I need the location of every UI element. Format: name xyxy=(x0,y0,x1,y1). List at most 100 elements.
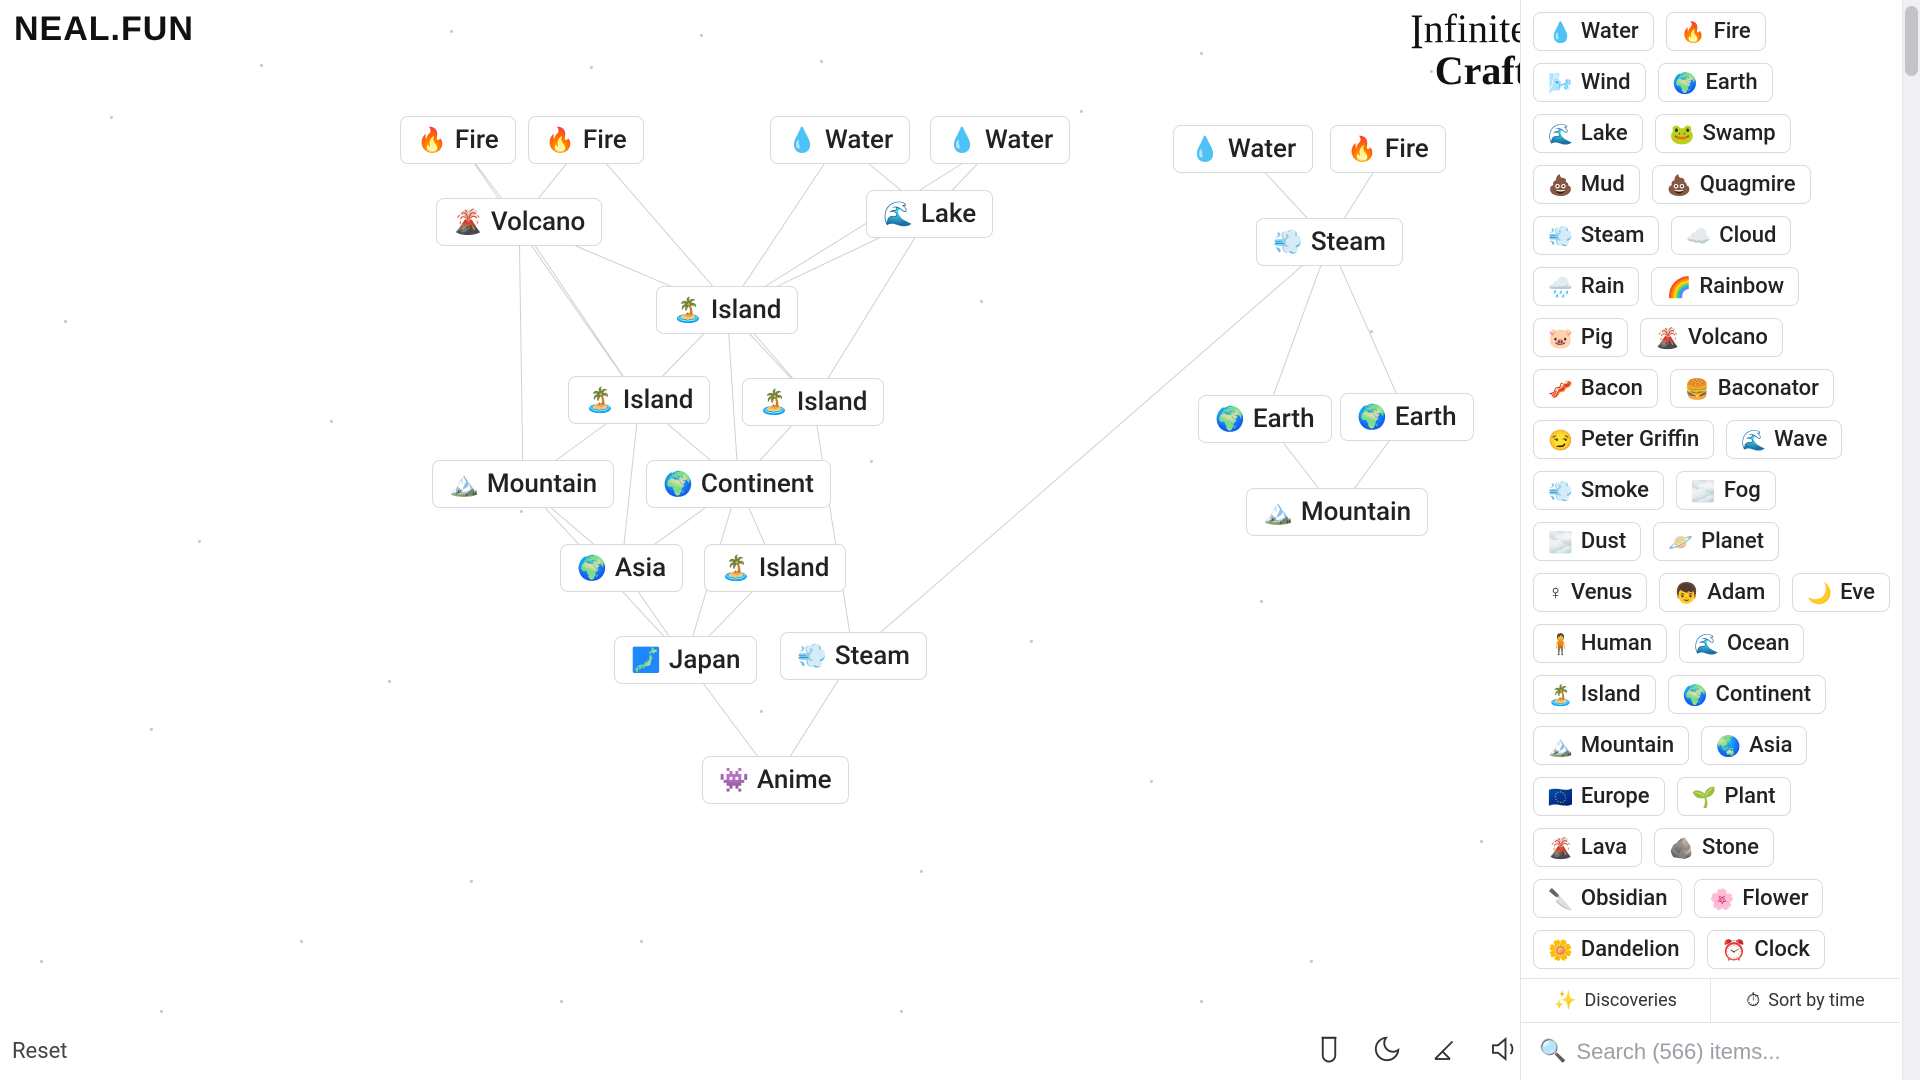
sidebar-item-mountain[interactable]: 🏔️Mountain xyxy=(1533,726,1689,765)
sidebar-item-fire[interactable]: 🔥Fire xyxy=(1666,12,1766,51)
sidebar-item-mud[interactable]: 💩Mud xyxy=(1533,165,1640,204)
sidebar-item-ocean[interactable]: 🌊Ocean xyxy=(1679,624,1804,663)
sidebar-item-pig[interactable]: 🐷Pig xyxy=(1533,318,1628,357)
sidebar-item-flower[interactable]: 🌸Flower xyxy=(1694,879,1823,918)
craft-canvas[interactable]: 🔥Fire🔥Fire💧Water💧Water💧Water🔥Fire🌋Volcan… xyxy=(0,0,1536,1080)
items-list[interactable]: 💧Water 🔥Fire 🌬️Wind 🌍Earth 🌊Lake 🐸Swamp 💩Mud 💩Q… xyxy=(1521,0,1900,978)
dark-mode-icon[interactable] xyxy=(1370,1032,1404,1066)
lava-icon: 🌋 xyxy=(1548,836,1573,860)
canvas-chip-steam2[interactable]: 💨Steam xyxy=(780,632,927,680)
item-label: Baconator xyxy=(1718,376,1819,401)
sidebar-item-plant[interactable]: 🌱Plant xyxy=(1677,777,1791,816)
canvas-chip-fire3[interactable]: 🔥Fire xyxy=(1330,125,1446,173)
bacon-icon: 🥓 xyxy=(1548,377,1573,401)
sidebar-item-asia[interactable]: 🌏Asia xyxy=(1701,726,1807,765)
island-icon: 🏝️ xyxy=(759,390,789,414)
item-label: Europe xyxy=(1581,784,1650,809)
sidebar-item-volcano[interactable]: 🌋Volcano xyxy=(1640,318,1783,357)
canvas-chip-fire1[interactable]: 🔥Fire xyxy=(400,116,516,164)
cloud-icon: ☁️ xyxy=(1686,224,1711,248)
sidebar-item-bacon[interactable]: 🥓Bacon xyxy=(1533,369,1658,408)
canvas-chip-mountain2[interactable]: 🏔️Mountain xyxy=(1246,488,1428,536)
sidebar-item-venus[interactable]: ♀Venus xyxy=(1533,573,1647,612)
sidebar-item-cloud[interactable]: ☁️Cloud xyxy=(1671,216,1791,255)
canvas-chip-earth1[interactable]: 🌍Earth xyxy=(1198,395,1332,443)
sound-icon[interactable] xyxy=(1486,1032,1520,1066)
baconator-icon: 🍔 xyxy=(1685,377,1710,401)
canvas-chip-earth2[interactable]: 🌍Earth xyxy=(1340,393,1474,441)
sidebar-item-swamp[interactable]: 🐸Swamp xyxy=(1655,114,1791,153)
sidebar-item-lake[interactable]: 🌊Lake xyxy=(1533,114,1643,153)
item-label: Volcano xyxy=(1688,325,1768,350)
sidebar-item-earth[interactable]: 🌍Earth xyxy=(1658,63,1773,102)
canvas-chip-island1[interactable]: 🏝️Island xyxy=(656,286,798,334)
reset-button[interactable]: Reset xyxy=(12,1039,67,1064)
sidebar-item-planet[interactable]: 🪐Planet xyxy=(1653,522,1779,561)
search-input[interactable] xyxy=(1576,1039,1892,1065)
dust-icon: 🌫️ xyxy=(1548,530,1573,554)
sidebar-item-human[interactable]: 🧍Human xyxy=(1533,624,1667,663)
scrollbar-thumb[interactable] xyxy=(1905,6,1918,76)
canvas-chip-volcano[interactable]: 🌋Volcano xyxy=(436,198,602,246)
sidebar-item-lava[interactable]: 🌋Lava xyxy=(1533,828,1642,867)
island-icon: 🏝️ xyxy=(673,298,703,322)
sidebar-item-rainbow[interactable]: 🌈Rainbow xyxy=(1651,267,1799,306)
sidebar-item-clock[interactable]: ⏰Clock xyxy=(1707,930,1825,969)
canvas-chip-island3[interactable]: 🏝️Island xyxy=(742,378,884,426)
canvas-chip-island4[interactable]: 🏝️Island xyxy=(704,544,846,592)
item-label: Ocean xyxy=(1727,631,1790,656)
chip-label: Fire xyxy=(583,125,627,155)
canvas-chip-water2[interactable]: 💧Water xyxy=(930,116,1070,164)
sidebar-item-water[interactable]: 💧Water xyxy=(1533,12,1654,51)
sort-button[interactable]: ⏱ Sort by time xyxy=(1711,979,1900,1022)
sidebar-item-baconator[interactable]: 🍔 Baconator xyxy=(1670,369,1834,408)
sidebar-item-eve[interactable]: 🌙Eve xyxy=(1792,573,1890,612)
canvas-chip-japan[interactable]: 🗾Japan xyxy=(614,636,757,684)
item-label: Asia xyxy=(1749,733,1792,758)
water-icon: 💧 xyxy=(1190,137,1220,161)
sidebar-item-europe[interactable]: 🇪🇺Europe xyxy=(1533,777,1665,816)
sidebar-item-steam[interactable]: 💨Steam xyxy=(1533,216,1659,255)
island-icon: 🏝️ xyxy=(721,556,751,580)
item-label: Smoke xyxy=(1581,478,1649,503)
canvas-chip-asia[interactable]: 🌍Asia xyxy=(560,544,683,592)
sidebar-item-wave[interactable]: 🌊Wave xyxy=(1726,420,1842,459)
anime-icon: 👾 xyxy=(719,768,749,792)
sidebar-item-obsidian[interactable]: 🔪Obsidian xyxy=(1533,879,1682,918)
sidebar-item-wind[interactable]: 🌬️Wind xyxy=(1533,63,1646,102)
page-scrollbar[interactable] xyxy=(1902,0,1920,1080)
cup-icon[interactable] xyxy=(1312,1032,1346,1066)
clear-icon[interactable] xyxy=(1428,1032,1462,1066)
sidebar-item-stone[interactable]: 🪨Stone xyxy=(1654,828,1774,867)
item-label: Dandelion xyxy=(1581,937,1680,962)
canvas-chip-steam1[interactable]: 💨Steam xyxy=(1256,218,1403,266)
earth-icon: 🌍 xyxy=(1673,71,1698,95)
sidebar-item-dandelion[interactable]: 🌼Dandelion xyxy=(1533,930,1695,969)
discoveries-button[interactable]: ✨ Discoveries xyxy=(1521,979,1711,1022)
sidebar-item-quagmire[interactable]: 💩Quagmire xyxy=(1652,165,1811,204)
sidebar-item-adam[interactable]: 👦Adam xyxy=(1659,573,1780,612)
canvas-chip-continent[interactable]: 🌍Continent xyxy=(646,460,831,508)
chip-label: Mountain xyxy=(487,469,597,499)
sidebar-item-peter-griffin[interactable]: 😏Peter Griffin xyxy=(1533,420,1714,459)
canvas-chip-fire2[interactable]: 🔥Fire xyxy=(528,116,644,164)
sidebar-item-rain[interactable]: 🌧️Rain xyxy=(1533,267,1639,306)
canvas-chip-lake[interactable]: 🌊Lake xyxy=(866,190,993,238)
item-label: Mountain xyxy=(1581,733,1674,758)
canvas-chip-mountain1[interactable]: 🏔️Mountain xyxy=(432,460,614,508)
sidebar-item-dust[interactable]: 🌫️Dust xyxy=(1533,522,1641,561)
sidebar-item-smoke[interactable]: 💨Smoke xyxy=(1533,471,1664,510)
item-label: Island xyxy=(1581,682,1641,707)
adam-icon: 👦 xyxy=(1674,581,1699,605)
canvas-chip-island2[interactable]: 🏝️Island xyxy=(568,376,710,424)
fire-icon: 🔥 xyxy=(417,128,447,152)
canvas-chip-water1[interactable]: 💧Water xyxy=(770,116,910,164)
sidebar-item-island[interactable]: 🏝️Island xyxy=(1533,675,1656,714)
sidebar-item-fog[interactable]: 🌫️Fog xyxy=(1676,471,1776,510)
canvas-chip-anime[interactable]: 👾Anime xyxy=(702,756,849,804)
sparkle-icon: ✨ xyxy=(1554,990,1576,1011)
quagmire-icon: 💩 xyxy=(1667,173,1692,197)
sidebar-item-continent[interactable]: 🌍Continent xyxy=(1668,675,1827,714)
canvas-chip-water3[interactable]: 💧Water xyxy=(1173,125,1313,173)
volcano-icon: 🌋 xyxy=(453,210,483,234)
